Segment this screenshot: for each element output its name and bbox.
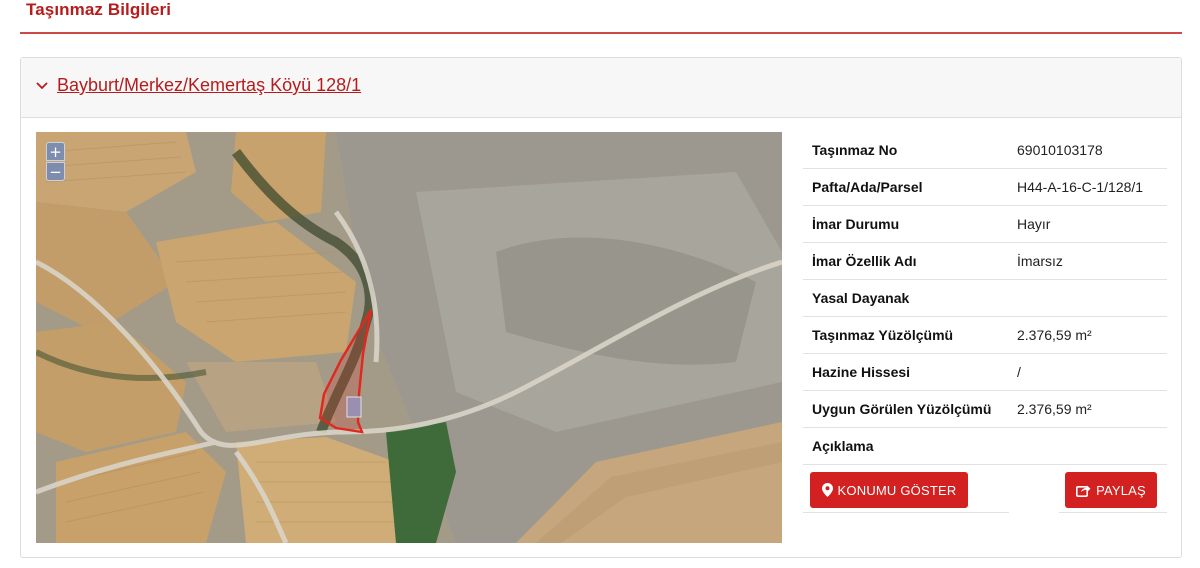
- property-card: Bayburt/Merkez/Kemertaş Köyü 128/1 + − T…: [20, 57, 1182, 558]
- detail-label: Yasal Dayanak: [812, 290, 910, 306]
- detail-value: H44-A-16-C-1/128/1: [1017, 179, 1144, 195]
- detail-label: Hazine Hissesi: [812, 364, 911, 380]
- action-row: KONUMU GÖSTER PAYLAŞ: [803, 465, 1167, 513]
- satellite-imagery: [36, 132, 782, 543]
- share-icon: [1076, 485, 1091, 497]
- page-title: Taşınmaz Bilgileri: [26, 0, 172, 19]
- share-button[interactable]: PAYLAŞ: [1065, 472, 1157, 508]
- title-divider: [20, 32, 1182, 34]
- property-details-table: Taşınmaz No 69010103178 Pafta/Ada/Parsel…: [803, 132, 1167, 513]
- detail-row-tasinmaz-yuzolcumu: Taşınmaz Yüzölçümü 2.376,59 m²: [803, 317, 1167, 354]
- detail-row-yasal-dayanak: Yasal Dayanak: [803, 280, 1167, 317]
- zoom-out-button[interactable]: −: [46, 162, 65, 181]
- detail-row-aciklama: Açıklama: [803, 428, 1167, 465]
- detail-label: Açıklama: [812, 438, 874, 454]
- detail-row-pafta-ada-parsel: Pafta/Ada/Parsel H44-A-16-C-1/128/1: [803, 169, 1167, 206]
- action-cell-left: KONUMU GÖSTER: [803, 465, 1009, 513]
- property-location-link[interactable]: Bayburt/Merkez/Kemertaş Köyü 128/1: [57, 75, 361, 96]
- detail-row-uygun-gorulen-yuzolcumu: Uygun Görülen Yüzölçümü 2.376,59 m²: [803, 391, 1167, 428]
- map-marker-icon: [821, 483, 833, 497]
- detail-row-imar-durumu: İmar Durumu Hayır: [803, 206, 1167, 243]
- detail-value: İmarsız: [1017, 253, 1063, 269]
- detail-label: İmar Durumu: [812, 216, 900, 232]
- detail-label: Pafta/Ada/Parsel: [812, 179, 923, 195]
- show-location-label: KONUMU GÖSTER: [837, 482, 957, 498]
- detail-value: /: [1017, 364, 1021, 380]
- detail-value: Hayır: [1017, 216, 1051, 232]
- detail-label: İmar Özellik Adı: [812, 253, 917, 269]
- detail-label: Taşınmaz No: [812, 142, 898, 158]
- detail-row-imar-ozellik-adi: İmar Özellik Adı İmarsız: [803, 243, 1167, 280]
- detail-value: 2.376,59 m²: [1017, 327, 1092, 343]
- zoom-in-button[interactable]: +: [46, 142, 65, 161]
- show-location-button[interactable]: KONUMU GÖSTER: [810, 472, 968, 508]
- detail-row-tasinmaz-no: Taşınmaz No 69010103178: [803, 132, 1167, 169]
- action-cell-right: PAYLAŞ: [1059, 465, 1167, 513]
- chevron-down-icon[interactable]: [35, 78, 49, 92]
- detail-row-hazine-hissesi: Hazine Hissesi /: [803, 354, 1167, 391]
- detail-value: 2.376,59 m²: [1017, 401, 1092, 417]
- property-card-header[interactable]: Bayburt/Merkez/Kemertaş Köyü 128/1: [21, 58, 1181, 118]
- detail-label: Taşınmaz Yüzölçümü: [812, 327, 954, 343]
- share-label: PAYLAŞ: [1096, 482, 1146, 498]
- detail-value: 69010103178: [1017, 142, 1103, 158]
- satellite-map[interactable]: + −: [36, 132, 782, 543]
- detail-label: Uygun Görülen Yüzölçümü: [812, 401, 992, 417]
